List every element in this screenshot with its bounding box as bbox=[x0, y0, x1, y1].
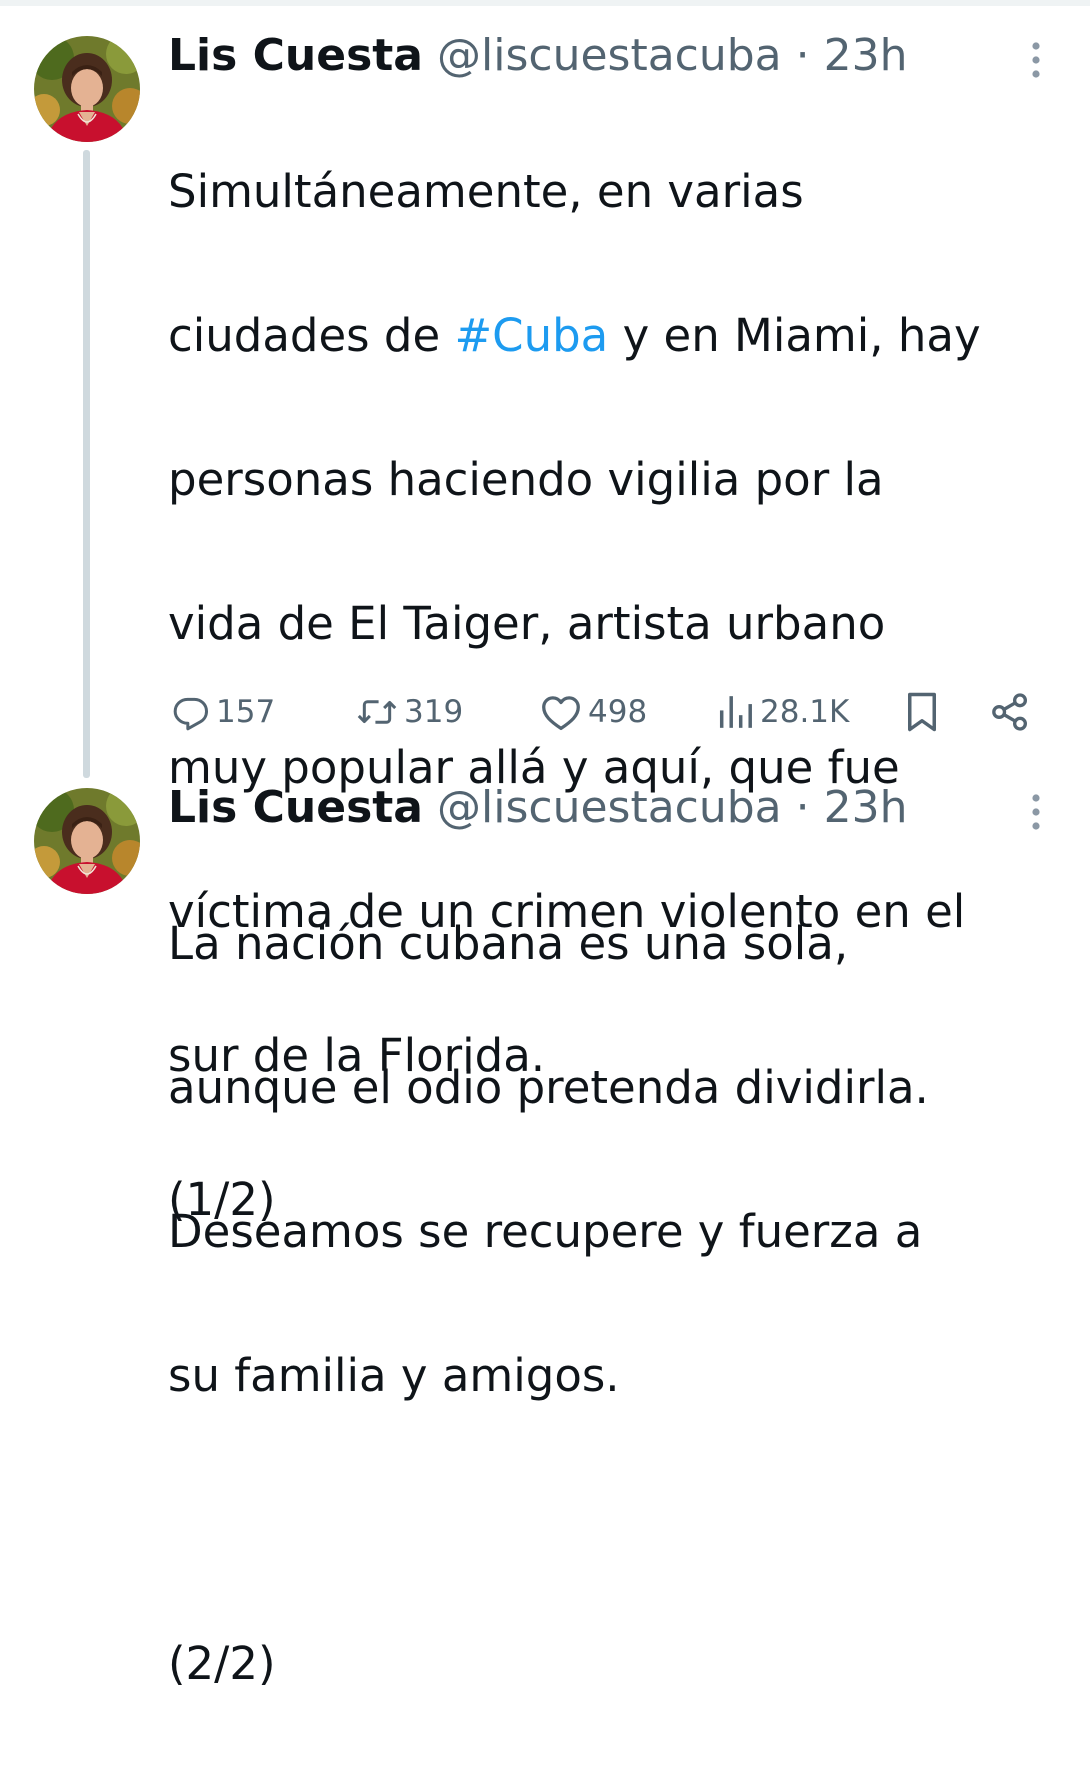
more-vertical-icon[interactable] bbox=[1024, 790, 1048, 834]
tweet-actions-bar: 157 319 498 28.1K bbox=[168, 682, 1048, 742]
text-segment: personas haciendo vigilia por la bbox=[168, 453, 884, 506]
views-count: 28.1K bbox=[760, 694, 850, 730]
share-button[interactable] bbox=[990, 682, 1030, 742]
tweet-1[interactable]: Lis Cuesta @liscuestacuba · 23h Simultán… bbox=[0, 0, 1090, 1226]
author-handle[interactable]: @liscuestacuba bbox=[437, 30, 782, 81]
tweet-text-line: aunque el odio pretenda dividirla. bbox=[168, 1052, 1068, 1124]
tweet-text-line: Deseamos se recupere y fuerza a bbox=[168, 1196, 1068, 1268]
views-button[interactable]: 28.1K bbox=[716, 682, 849, 742]
tweet-text-line: vida de El Taiger, artista urbano bbox=[168, 588, 1068, 660]
text-segment: ciudades de bbox=[168, 309, 455, 362]
thread-connector-line bbox=[83, 150, 90, 778]
author-name[interactable]: Lis Cuesta bbox=[168, 30, 423, 81]
text-segment: Simultáneamente, en varias bbox=[168, 165, 804, 218]
repost-icon bbox=[357, 700, 397, 724]
tweet-text-line: Simultáneamente, en varias bbox=[168, 156, 1068, 228]
tweet-2[interactable]: Lis Cuesta @liscuestacuba · 23h La nació… bbox=[0, 760, 1090, 1690]
repost-count: 319 bbox=[404, 694, 464, 730]
text-segment: (2/2) bbox=[168, 1637, 276, 1690]
reply-button[interactable]: 157 bbox=[172, 682, 275, 742]
tweet-text-line: La nación cubana es una sola, bbox=[168, 908, 1068, 980]
more-vertical-icon[interactable] bbox=[1024, 38, 1048, 82]
hashtag-link[interactable]: #Cuba bbox=[454, 309, 608, 362]
bookmark-icon bbox=[908, 692, 936, 732]
tweet-text-line: ciudades de #Cuba y en Miami, hay bbox=[168, 300, 1068, 372]
views-icon bbox=[719, 696, 752, 728]
like-count: 498 bbox=[588, 694, 648, 730]
header-separator: · bbox=[795, 30, 810, 81]
author-handle[interactable]: @liscuestacuba bbox=[437, 782, 782, 833]
reply-icon bbox=[173, 697, 209, 731]
tweet-header: Lis Cuesta @liscuestacuba · 23h bbox=[168, 30, 908, 82]
tweet-text: La nación cubana es una sola, aunque el … bbox=[168, 836, 1068, 1772]
text-segment: aunque el odio pretenda dividirla. bbox=[168, 1061, 929, 1114]
bookmark-button[interactable] bbox=[904, 682, 940, 742]
tweet-text-line: (2/2) bbox=[168, 1628, 1068, 1700]
tweet-text-line: personas haciendo vigilia por la bbox=[168, 444, 1068, 516]
like-icon bbox=[542, 696, 580, 731]
reply-count: 157 bbox=[216, 694, 276, 730]
avatar-photo bbox=[34, 36, 140, 142]
tweet-text-line: su familia y amigos. bbox=[168, 1340, 1068, 1412]
avatar[interactable] bbox=[34, 36, 140, 142]
text-segment: y en Miami, hay bbox=[608, 309, 981, 362]
tweet-text-line bbox=[168, 1484, 1068, 1556]
text-segment: vida de El Taiger, artista urbano bbox=[168, 597, 886, 650]
repost-button[interactable]: 319 bbox=[356, 682, 463, 742]
timestamp[interactable]: 23h bbox=[824, 782, 908, 833]
header-separator: · bbox=[795, 782, 810, 833]
like-button[interactable]: 498 bbox=[540, 682, 647, 742]
avatar[interactable] bbox=[34, 788, 140, 894]
text-segment: Deseamos se recupere y fuerza a bbox=[168, 1205, 923, 1258]
timestamp[interactable]: 23h bbox=[824, 30, 908, 81]
share-icon bbox=[992, 693, 1028, 731]
text-segment: La nación cubana es una sola, bbox=[168, 917, 849, 970]
author-name[interactable]: Lis Cuesta bbox=[168, 782, 423, 833]
text-segment: su familia y amigos. bbox=[168, 1349, 620, 1402]
avatar-photo bbox=[34, 788, 140, 894]
tweet-header: Lis Cuesta @liscuestacuba · 23h bbox=[168, 782, 908, 834]
